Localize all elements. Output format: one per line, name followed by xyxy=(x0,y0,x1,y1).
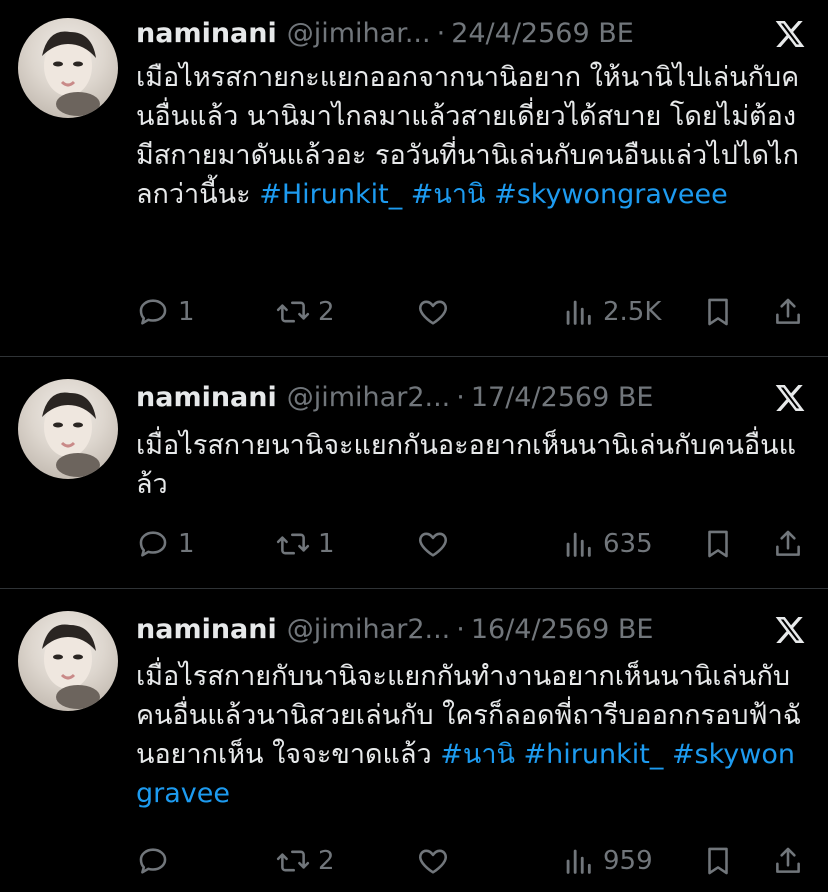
tweet-text: เมือไหรสกายกะแยกออกจากนานิอยาก ให้นานิไป… xyxy=(136,58,806,214)
tweet-feed: naminani @jimihar... · 24/4/2569 BE เมือ… xyxy=(0,0,828,892)
tweet-header: naminani @jimihar2... · 17/4/2569 BE xyxy=(136,380,758,414)
share-upload-icon xyxy=(776,530,800,556)
view-count: 2.5K xyxy=(603,297,662,327)
retweet-arrows-icon xyxy=(276,850,310,872)
heart-icon xyxy=(419,532,447,557)
heart-icon xyxy=(419,300,447,325)
tweet-actions: 1 1 635 xyxy=(136,524,808,564)
tweet-date[interactable]: 16/4/2569 BE xyxy=(471,614,654,645)
bar-chart-icon xyxy=(566,532,591,557)
hashtag-link[interactable]: #Hirunkit_ xyxy=(259,179,402,210)
username-handle[interactable]: @jimihar... xyxy=(287,18,431,49)
bookmark-button[interactable] xyxy=(701,524,735,564)
reply-count: 1 xyxy=(178,297,195,327)
like-button[interactable] xyxy=(416,841,458,881)
views-button[interactable]: 635 xyxy=(561,524,653,564)
share-upload-icon xyxy=(776,847,800,873)
like-button[interactable] xyxy=(416,524,458,564)
display-name[interactable]: naminani xyxy=(136,614,277,645)
bookmark-button[interactable] xyxy=(701,292,735,332)
tweet[interactable]: naminani @jimihar2... · 16/4/2569 BE เมื… xyxy=(0,589,828,892)
bar-chart-icon xyxy=(566,849,591,874)
tweet-date[interactable]: 17/4/2569 BE xyxy=(471,382,654,413)
retweet-count: 2 xyxy=(318,846,335,876)
bookmark-icon xyxy=(708,298,728,326)
username-handle[interactable]: @jimihar2... xyxy=(287,382,451,413)
speech-bubble-icon xyxy=(139,299,167,325)
retweet-arrows-icon xyxy=(276,301,310,323)
views-button[interactable]: 2.5K xyxy=(561,292,661,332)
tweet-text: เมื่อไรสกายกับนานิจะแยกกันทำงานอยากเห็นน… xyxy=(136,657,806,813)
display-name[interactable]: naminani xyxy=(136,382,277,413)
retweet-count: 2 xyxy=(318,297,335,327)
tweet-text: เมื่อไรสกายนานิจะแยกกันอะอยากเห็นนานิเล่… xyxy=(136,426,806,504)
like-button[interactable] xyxy=(416,292,458,332)
separator-dot: · xyxy=(456,613,465,645)
retweet-button[interactable]: 2 xyxy=(276,841,335,881)
reply-count: 1 xyxy=(178,529,195,559)
reply-button[interactable]: 1 xyxy=(136,524,195,564)
share-button[interactable] xyxy=(771,841,805,881)
tweet[interactable]: naminani @jimihar... · 24/4/2569 BE เมือ… xyxy=(0,0,828,356)
separator-dot: · xyxy=(436,17,446,49)
tweet-actions: 2 959 xyxy=(136,841,808,881)
hashtag-link[interactable]: #นานิ xyxy=(411,179,486,210)
reply-button[interactable]: 1 xyxy=(136,292,195,332)
views-button[interactable]: 959 xyxy=(561,841,653,881)
tweet-header: naminani @jimihar2... · 16/4/2569 BE xyxy=(136,612,758,646)
username-handle[interactable]: @jimihar2... xyxy=(287,614,451,645)
retweet-button[interactable]: 1 xyxy=(276,524,335,564)
hashtag-link[interactable]: #นานิ xyxy=(440,739,515,770)
hashtag-link[interactable]: #hirunkit_ xyxy=(524,739,664,770)
speech-bubble-icon xyxy=(139,848,167,874)
x-logo-icon xyxy=(775,21,805,47)
hashtag-link[interactable]: #skywongraveee xyxy=(494,179,728,210)
share-upload-icon xyxy=(776,298,800,324)
tweet[interactable]: naminani @jimihar2... · 17/4/2569 BE เมื… xyxy=(0,357,828,588)
heart-icon xyxy=(419,849,447,874)
bookmark-icon xyxy=(708,847,728,875)
bookmark-icon xyxy=(708,530,728,558)
view-count: 635 xyxy=(603,529,653,559)
separator-dot: · xyxy=(456,381,465,413)
retweet-count: 1 xyxy=(318,529,335,559)
tweet-date[interactable]: 24/4/2569 BE xyxy=(451,18,634,49)
retweet-arrows-icon xyxy=(276,533,310,555)
share-button[interactable] xyxy=(771,524,805,564)
tweet-header: naminani @jimihar... · 24/4/2569 BE xyxy=(136,16,758,50)
retweet-button[interactable]: 2 xyxy=(276,292,335,332)
reply-button[interactable] xyxy=(136,841,178,881)
tweet-actions: 1 2 2.5K xyxy=(136,292,808,332)
avatar[interactable] xyxy=(18,18,118,118)
share-button[interactable] xyxy=(771,292,805,332)
view-count: 959 xyxy=(603,846,653,876)
avatar[interactable] xyxy=(18,611,118,711)
bookmark-button[interactable] xyxy=(701,841,735,881)
x-logo-icon xyxy=(775,385,805,411)
x-logo-icon xyxy=(775,617,805,643)
bar-chart-icon xyxy=(566,300,591,325)
tweet-text-content: เมื่อไรสกายนานิจะแยกกันอะอยากเห็นนานิเล่… xyxy=(136,430,797,500)
avatar[interactable] xyxy=(18,379,118,479)
display-name[interactable]: naminani xyxy=(136,18,277,49)
speech-bubble-icon xyxy=(139,531,167,557)
